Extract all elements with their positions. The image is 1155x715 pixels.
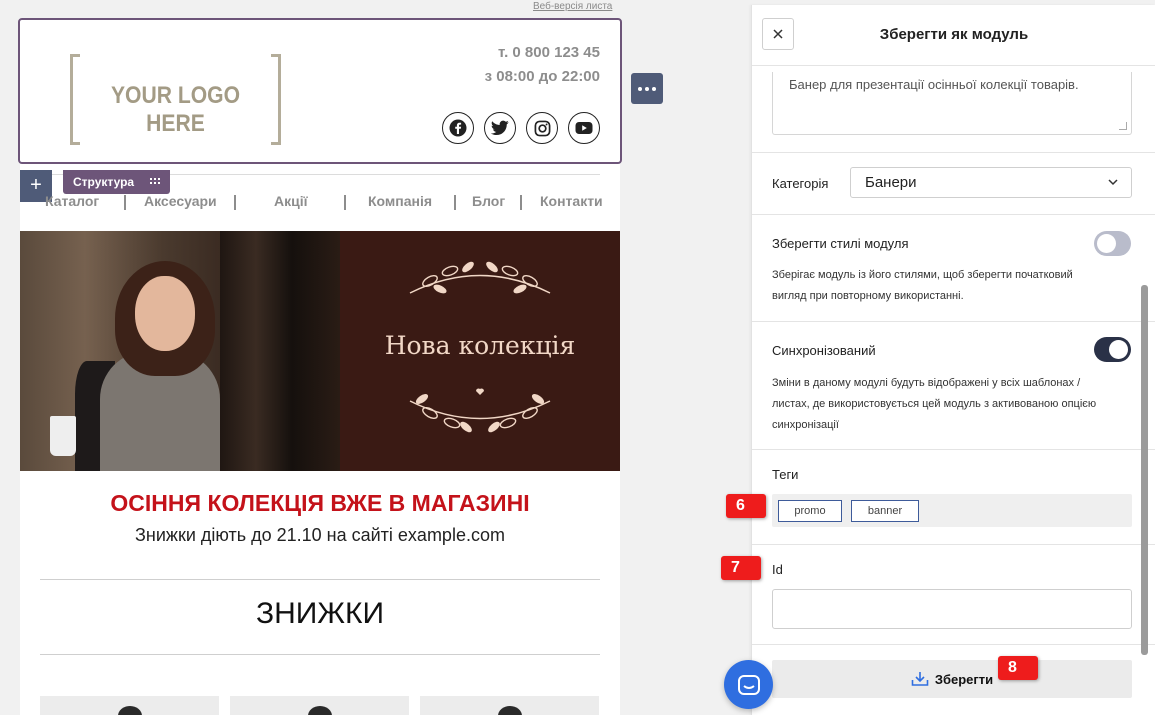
sync-label: Синхронізований bbox=[772, 343, 876, 358]
product-card[interactable] bbox=[230, 696, 409, 715]
promo-subtitle: Знижки діють до 21.10 на сайті example.c… bbox=[135, 525, 505, 545]
divider bbox=[40, 579, 600, 580]
panel-scrollbar[interactable] bbox=[1141, 285, 1148, 655]
hero-banner[interactable]: Нова колекція bbox=[20, 231, 620, 471]
save-button-label: Зберегти bbox=[934, 671, 994, 687]
download-icon bbox=[911, 672, 929, 686]
banner-title: Нова колекція bbox=[384, 331, 576, 360]
menu-item-catalog[interactable]: Каталог bbox=[45, 193, 99, 209]
tag-chip[interactable]: promo bbox=[778, 500, 842, 522]
description-textarea[interactable]: Банер для презентації осінньої колекції … bbox=[772, 72, 1132, 135]
chevron-down-icon bbox=[1108, 179, 1118, 186]
category-label: Категорія bbox=[772, 176, 829, 191]
sync-toggle[interactable] bbox=[1094, 337, 1131, 362]
menu-item-blog[interactable]: Блог bbox=[472, 193, 505, 209]
resize-handle-icon[interactable] bbox=[1119, 122, 1127, 130]
web-version-link[interactable]: Веб-версія листа bbox=[533, 1, 612, 12]
section-title: ЗНИЖКИ bbox=[255, 597, 385, 630]
instagram-icon[interactable] bbox=[526, 112, 558, 144]
phone-number: т. 0 800 123 45 bbox=[498, 44, 600, 61]
wreath-top-icon bbox=[409, 261, 551, 294]
structure-tag[interactable]: Структура bbox=[63, 170, 170, 194]
save-button[interactable]: Зберегти bbox=[772, 660, 1132, 698]
panel-title: Зберегти як модуль bbox=[879, 26, 1029, 43]
logo-text: YOUR LOGO HERE bbox=[110, 82, 241, 137]
product-card[interactable] bbox=[40, 696, 219, 715]
wreath-bottom-icon bbox=[409, 388, 551, 433]
save-styles-toggle[interactable] bbox=[1094, 231, 1131, 256]
annotation-marker: 7 bbox=[721, 556, 761, 580]
panel-header: Зберегти як модуль bbox=[752, 5, 1155, 65]
tags-input[interactable]: promo banner bbox=[772, 494, 1132, 527]
editor-screen: Веб-версія листа YOUR LOGO HERE т. 0 800… bbox=[0, 0, 1155, 715]
annotation-marker: 6 bbox=[726, 494, 766, 518]
menu-item-company[interactable]: Компанія bbox=[368, 193, 432, 209]
logo-placeholder: YOUR LOGO HERE bbox=[70, 54, 281, 145]
chat-icon bbox=[737, 674, 760, 695]
drag-grip-icon[interactable] bbox=[150, 178, 161, 186]
save-styles-label: Зберегти стилі модуля bbox=[772, 236, 909, 251]
promo-title: ОСІННЯ КОЛЕКЦІЯ ВЖЕ В МАГАЗИНІ bbox=[110, 490, 530, 516]
tag-chip[interactable]: banner bbox=[851, 500, 919, 522]
description-text: Банер для презентації осінньої колекції … bbox=[789, 77, 1079, 92]
social-links bbox=[442, 112, 604, 144]
product-card[interactable] bbox=[420, 696, 599, 715]
save-styles-hint: Зберігає модуль із його стилями, щоб збе… bbox=[772, 269, 1073, 302]
module-more-actions-button[interactable] bbox=[631, 73, 663, 104]
facebook-icon[interactable] bbox=[442, 112, 474, 144]
tags-label: Теги bbox=[772, 467, 799, 482]
id-input[interactable] bbox=[772, 589, 1132, 629]
divider bbox=[40, 654, 600, 655]
menu-item-contacts[interactable]: Контакти bbox=[540, 193, 603, 209]
twitter-icon[interactable] bbox=[484, 112, 516, 144]
save-module-panel: Зберегти як модуль Банер для презентації… bbox=[751, 5, 1155, 715]
working-hours: з 08:00 до 22:00 bbox=[484, 68, 600, 85]
category-value: Банери bbox=[865, 174, 917, 191]
youtube-icon[interactable] bbox=[568, 112, 600, 144]
menu-item-accessories[interactable]: Аксесуари bbox=[144, 193, 217, 209]
contact-info: т. 0 800 123 45 з 08:00 до 22:00 bbox=[485, 41, 600, 89]
annotation-marker: 8 bbox=[998, 656, 1038, 680]
support-chat-button[interactable] bbox=[724, 660, 773, 709]
sync-hint: Зміни в даному модулі будуть відображені… bbox=[772, 377, 1097, 431]
header-module-selected[interactable]: YOUR LOGO HERE т. 0 800 123 45 з 08:00 д… bbox=[18, 18, 622, 164]
structure-tag-label: Структура bbox=[73, 175, 135, 189]
id-label: Id bbox=[772, 562, 783, 577]
category-select[interactable]: Банери bbox=[850, 167, 1132, 198]
email-menu: Каталог Аксесуари Акції Компанія Блог Ко… bbox=[20, 193, 620, 213]
menu-item-sales[interactable]: Акції bbox=[274, 193, 308, 209]
